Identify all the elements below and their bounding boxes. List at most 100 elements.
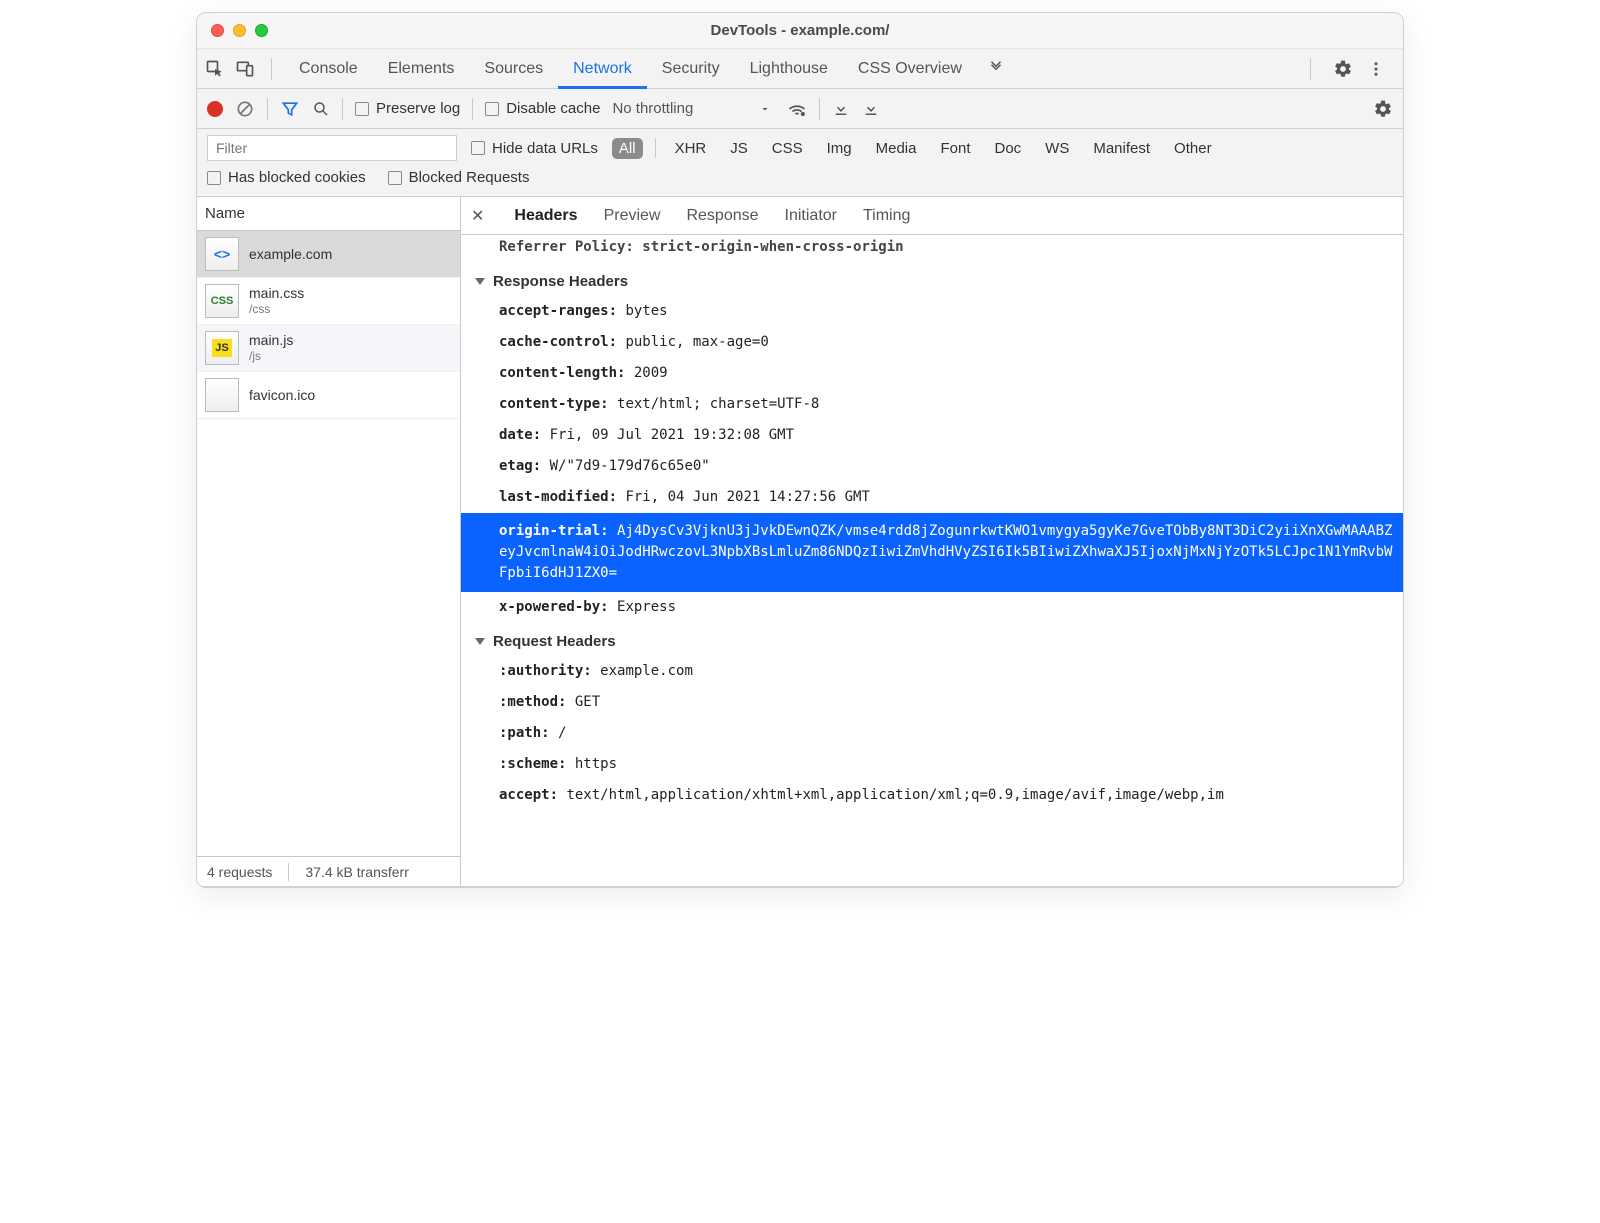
tab-console[interactable]: Console — [284, 49, 373, 88]
header-key: content-type: — [499, 396, 609, 412]
more-tabs-icon[interactable] — [977, 58, 1015, 79]
minimize-window-button[interactable] — [233, 24, 246, 37]
filter-type-js[interactable]: JS — [723, 138, 755, 159]
header-line[interactable]: date: Fri, 09 Jul 2021 19:32:08 GMT — [461, 420, 1403, 451]
request-row[interactable]: favicon.ico — [197, 372, 460, 419]
network-toolbar: Preserve log Disable cache No throttling — [197, 89, 1403, 129]
throttling-value: No throttling — [612, 100, 693, 117]
inspect-element-icon[interactable] — [205, 59, 225, 79]
hide-data-urls-checkbox[interactable]: Hide data URLs — [471, 140, 598, 157]
filter-type-font[interactable]: Font — [933, 138, 977, 159]
header-line[interactable]: accept: text/html,application/xhtml+xml,… — [461, 780, 1403, 811]
detail-tab-timing[interactable]: Timing — [863, 199, 910, 233]
request-row[interactable]: <>example.com — [197, 231, 460, 278]
header-line[interactable]: :method: GET — [461, 687, 1403, 718]
tab-elements[interactable]: Elements — [373, 49, 470, 88]
filter-type-doc[interactable]: Doc — [987, 138, 1028, 159]
blocked-requests-checkbox[interactable]: Blocked Requests — [388, 169, 530, 186]
has-blocked-cookies-checkbox[interactable]: Has blocked cookies — [207, 169, 366, 186]
titlebar: DevTools - example.com/ — [197, 13, 1403, 49]
request-name: example.com — [249, 246, 332, 263]
kebab-menu-icon[interactable] — [1367, 60, 1385, 78]
main-split: Name <>example.comCSSmain.css/css JS main.… — [197, 197, 1403, 887]
tab-lighthouse[interactable]: Lighthouse — [735, 49, 843, 88]
header-value: text/html; charset=UTF-8 — [617, 396, 819, 412]
header-line[interactable]: origin-trial: Aj4DysCv3VjknU3jJvkDEwnQZK… — [461, 513, 1403, 592]
header-line[interactable]: cache-control: public, max-age=0 — [461, 327, 1403, 358]
header-line[interactable]: etag: W/"7d9-179d76c65e0" — [461, 451, 1403, 482]
detail-tabs: ✕ Headers Preview Response Initiator Timing — [461, 197, 1403, 235]
column-header-name[interactable]: Name — [197, 197, 460, 231]
tab-network[interactable]: Network — [558, 49, 647, 88]
network-conditions-icon[interactable] — [787, 99, 807, 119]
request-name: main.js — [249, 332, 293, 349]
clear-icon[interactable] — [235, 99, 255, 119]
header-line[interactable]: Referrer Policy: strict-origin-when-cros… — [461, 235, 1403, 263]
settings-icon[interactable] — [1333, 59, 1353, 79]
disable-cache-checkbox[interactable]: Disable cache — [485, 100, 600, 117]
header-key: :authority: — [499, 663, 592, 679]
request-row[interactable]: JSmain.js/js — [197, 325, 460, 372]
main-tabs-bar: ConsoleElementsSourcesNetworkSecurityLig… — [197, 49, 1403, 89]
filter-type-manifest[interactable]: Manifest — [1086, 138, 1157, 159]
filter-input[interactable] — [207, 135, 457, 161]
file-type-icon: CSS — [205, 284, 239, 318]
filter-type-all[interactable]: All — [612, 138, 643, 159]
header-line[interactable]: last-modified: Fri, 04 Jun 2021 14:27:56… — [461, 482, 1403, 513]
header-value: text/html,application/xhtml+xml,applicat… — [566, 787, 1223, 803]
record-button[interactable] — [207, 101, 223, 117]
disable-cache-label: Disable cache — [506, 100, 600, 117]
header-value: example.com — [600, 663, 693, 679]
preserve-log-checkbox[interactable]: Preserve log — [355, 100, 460, 117]
import-har-icon[interactable] — [832, 100, 850, 118]
export-har-icon[interactable] — [862, 100, 880, 118]
file-type-icon: JS — [205, 331, 239, 365]
filter-type-other[interactable]: Other — [1167, 138, 1219, 159]
request-path: /css — [249, 302, 304, 316]
header-line[interactable]: :path: / — [461, 718, 1403, 749]
header-value: strict-origin-when-cross-origin — [642, 239, 903, 255]
header-key: :method: — [499, 694, 566, 710]
header-line[interactable]: :scheme: https — [461, 749, 1403, 780]
filter-type-css[interactable]: CSS — [765, 138, 810, 159]
header-value: 2009 — [634, 365, 668, 381]
window-title: DevTools - example.com/ — [197, 22, 1403, 39]
tab-css-overview[interactable]: CSS Overview — [843, 49, 977, 88]
filter-type-img[interactable]: Img — [820, 138, 859, 159]
header-key: :path: — [499, 725, 550, 741]
request-headers-section[interactable]: Request Headers — [461, 623, 1403, 656]
header-line[interactable]: x-powered-by: Express — [461, 592, 1403, 623]
detail-tab-initiator[interactable]: Initiator — [785, 199, 837, 233]
header-key: content-length: — [499, 365, 625, 381]
filter-type-ws[interactable]: WS — [1038, 138, 1076, 159]
detail-tab-response[interactable]: Response — [686, 199, 758, 233]
detail-pane: ✕ HeadersPreviewResponseInitiatorTiming … — [461, 197, 1403, 886]
detail-tab-preview[interactable]: Preview — [604, 199, 661, 233]
close-window-button[interactable] — [211, 24, 224, 37]
header-line[interactable]: content-type: text/html; charset=UTF-8 — [461, 389, 1403, 420]
filter-type-xhr[interactable]: XHR — [668, 138, 714, 159]
filter-row: Hide data URLs All XHR JS CSS Img Media Font Do… — [197, 129, 1403, 197]
header-line[interactable]: accept-ranges: bytes — [461, 296, 1403, 327]
header-line[interactable]: :authority: example.com — [461, 656, 1403, 687]
hide-data-urls-label: Hide data URLs — [492, 140, 598, 157]
close-detail-icon[interactable]: ✕ — [471, 206, 484, 226]
filter-icon[interactable] — [280, 99, 300, 119]
throttling-select[interactable]: No throttling — [612, 100, 775, 117]
search-icon[interactable] — [312, 100, 330, 118]
request-list-pane: Name <>example.comCSSmain.css/css JS main.… — [197, 197, 461, 886]
header-value: GET — [575, 694, 600, 710]
device-toggle-icon[interactable] — [235, 59, 255, 79]
header-line[interactable]: content-length: 2009 — [461, 358, 1403, 389]
network-settings-icon[interactable] — [1373, 99, 1393, 119]
response-headers-section[interactable]: Response Headers — [461, 263, 1403, 296]
blocked-requests-label: Blocked Requests — [409, 169, 530, 186]
tab-security[interactable]: Security — [647, 49, 735, 88]
zoom-window-button[interactable] — [255, 24, 268, 37]
request-row[interactable]: CSSmain.css/css — [197, 278, 460, 325]
header-key: date: — [499, 427, 541, 443]
filter-type-media[interactable]: Media — [869, 138, 924, 159]
header-value: bytes — [625, 303, 667, 319]
detail-tab-headers[interactable]: Headers — [514, 199, 577, 233]
tab-sources[interactable]: Sources — [469, 49, 558, 88]
